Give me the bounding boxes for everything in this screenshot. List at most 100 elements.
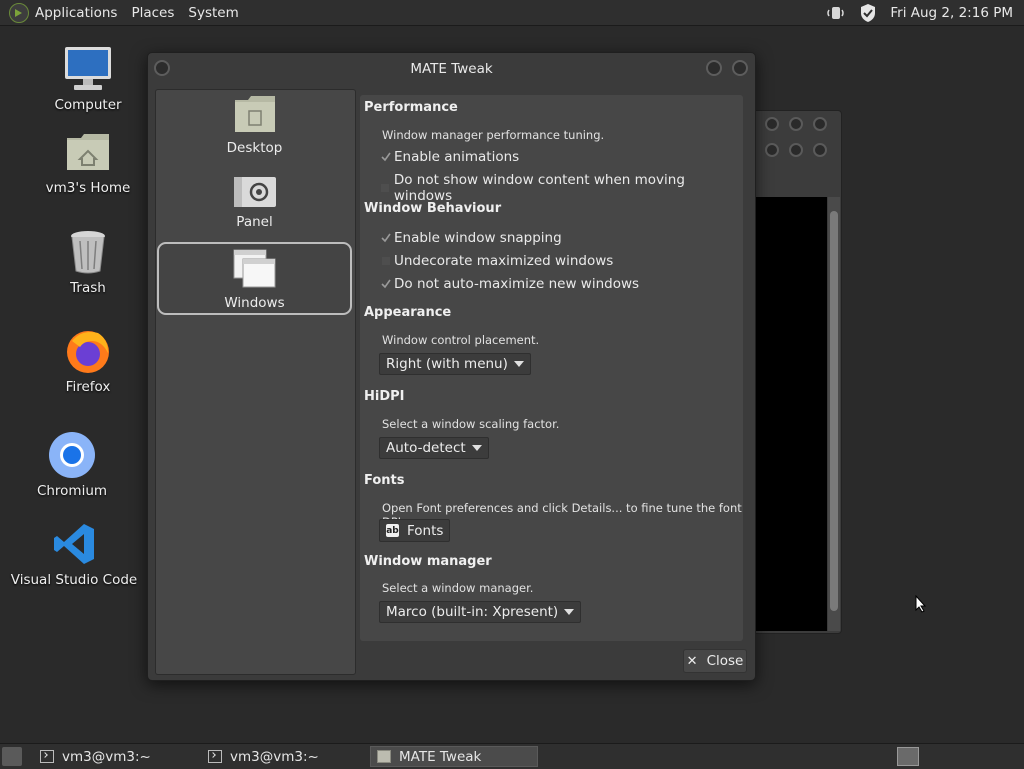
bottom-panel: vm3@vm3:~ vm3@vm3:~ MATE Tweak: [0, 743, 1024, 769]
checkbox-label: Enable window snapping: [394, 230, 562, 246]
font-icon: ab: [386, 524, 399, 537]
show-desktop-icon[interactable]: [2, 747, 22, 766]
section-title-behaviour: Window Behaviour: [364, 201, 502, 216]
sidebar-item-panel[interactable]: Panel: [157, 176, 352, 242]
fonts-button-label: Fonts: [407, 522, 444, 539]
checkmark-icon[interactable]: [380, 152, 391, 163]
workspace-switcher[interactable]: [897, 747, 919, 766]
select-value: Marco (built-in: Xpresent): [386, 604, 559, 620]
section-title-fonts: Fonts: [364, 473, 405, 488]
computer-icon: [64, 45, 112, 93]
close-button-label: Close: [706, 653, 744, 669]
home-folder-icon: [64, 128, 112, 176]
windows-icon: [233, 249, 277, 293]
window-title: MATE Tweak: [410, 61, 493, 77]
window-button-icon[interactable]: [813, 143, 827, 157]
taskbar-item-label: vm3@vm3:~: [230, 748, 319, 765]
mouse-cursor-icon: [915, 595, 927, 613]
close-button[interactable]: ✕ Close: [683, 649, 747, 673]
checkbox-label: Do not show window content when moving w…: [393, 172, 685, 204]
section-desc-performance: Window manager performance tuning.: [382, 128, 605, 142]
checkbox-label: Undecorate maximized windows: [394, 253, 614, 269]
section-title-hidpi: HiDPI: [364, 389, 405, 404]
top-panel: Applications Places System Fri Aug 2, 2:…: [0, 0, 1024, 26]
sidebar: Desktop Panel Windows: [155, 89, 356, 675]
select-value: Auto-detect: [386, 440, 466, 456]
section-title-appearance: Appearance: [364, 305, 452, 320]
mate-tweak-dialog: MATE Tweak Desktop Panel Windows Perform…: [147, 52, 756, 681]
firefox-icon: [64, 327, 112, 375]
window-manager-select[interactable]: Marco (built-in: Xpresent): [379, 601, 582, 623]
mate-tweak-icon: [377, 750, 391, 763]
taskbar-item-terminal-2[interactable]: vm3@vm3:~: [202, 746, 366, 767]
checkmark-icon[interactable]: [380, 279, 391, 290]
checkbox-unchecked-icon[interactable]: [380, 256, 391, 267]
section-title-wm: Window manager: [364, 554, 492, 569]
mate-logo-icon[interactable]: [9, 2, 29, 23]
checkbox-no-auto-maximize[interactable]: Do not auto-maximize new windows: [378, 276, 639, 292]
terminal-icon: [208, 750, 222, 763]
section-desc-hidpi: Select a window scaling factor.: [382, 417, 560, 431]
checkbox-label: Do not auto-maximize new windows: [394, 276, 640, 292]
dropdown-arrow-icon: [471, 445, 482, 451]
background-window[interactable]: [748, 110, 842, 634]
desktop-icon-vscode[interactable]: Visual Studio Code: [10, 520, 138, 588]
section-desc-wm: Select a window manager.: [382, 581, 534, 595]
scrollbar[interactable]: [828, 197, 840, 631]
window-button-icon[interactable]: [789, 143, 803, 157]
checkbox-unchecked-icon[interactable]: [380, 183, 391, 194]
checkbox-undecorate-maximized[interactable]: Undecorate maximized windows: [378, 253, 613, 269]
checkbox-enable-animations[interactable]: Enable animations: [378, 149, 519, 165]
settings-pane: Performance Window manager performance t…: [360, 95, 743, 641]
window-control-placement-select[interactable]: Right (with menu): [379, 353, 531, 375]
select-value: Right (with menu): [386, 356, 508, 372]
taskbar-item-label: MATE Tweak: [399, 748, 482, 765]
scaling-factor-select[interactable]: Auto-detect: [379, 437, 489, 459]
dropdown-arrow-icon: [564, 609, 575, 615]
sidebar-item-label: Windows: [224, 295, 285, 311]
places-menu[interactable]: Places: [131, 5, 174, 21]
volume-icon[interactable]: [826, 3, 846, 23]
desktop-icon-firefox[interactable]: Firefox: [28, 327, 148, 395]
shield-icon[interactable]: [858, 3, 878, 23]
scrollbar-thumb[interactable]: [830, 211, 838, 611]
desktop-icon-label: Trash: [70, 280, 106, 296]
chromium-icon: [48, 431, 96, 479]
desktop-icon-label: vm3's Home: [45, 180, 131, 196]
fonts-button[interactable]: ab Fonts: [379, 519, 451, 542]
dropdown-arrow-icon: [513, 361, 524, 367]
clock[interactable]: Fri Aug 2, 2:16 PM: [890, 5, 1013, 21]
terminal-icon: [40, 750, 54, 763]
checkbox-window-snapping[interactable]: Enable window snapping: [378, 230, 562, 246]
desktop-icon-computer[interactable]: Computer: [28, 45, 148, 113]
window-button-icon[interactable]: [765, 143, 779, 157]
desktop-icon-chromium[interactable]: Chromium: [12, 431, 132, 499]
titlebar[interactable]: MATE Tweak: [148, 53, 755, 86]
sidebar-item-desktop[interactable]: Desktop: [157, 94, 352, 166]
window-button-icon[interactable]: [765, 117, 779, 131]
desktop-folder-icon: [233, 94, 277, 138]
window-button-icon[interactable]: [813, 117, 827, 131]
close-window-icon[interactable]: [732, 60, 748, 76]
section-title-performance: Performance: [364, 100, 458, 115]
desktop-icon-home[interactable]: vm3's Home: [28, 128, 148, 196]
close-icon: ✕: [686, 653, 698, 669]
checkbox-no-window-content[interactable]: Do not show window content when moving w…: [378, 172, 743, 204]
minimize-icon[interactable]: [706, 60, 722, 76]
taskbar-item-mate-tweak[interactable]: MATE Tweak: [370, 746, 538, 767]
sidebar-item-windows[interactable]: Windows: [157, 242, 352, 315]
taskbar-item-label: vm3@vm3:~: [62, 748, 151, 765]
vscode-icon: [50, 520, 98, 568]
system-menu[interactable]: System: [188, 5, 238, 21]
trash-icon: [64, 228, 112, 276]
checkbox-label: Enable animations: [394, 149, 520, 165]
terminal-area[interactable]: [755, 197, 827, 631]
taskbar-item-terminal-1[interactable]: vm3@vm3:~: [34, 746, 198, 767]
sidebar-item-label: Panel: [236, 214, 273, 230]
applications-menu[interactable]: Applications: [35, 5, 117, 21]
desktop-icon-trash[interactable]: Trash: [28, 228, 148, 296]
sidebar-item-label: Desktop: [226, 140, 283, 156]
desktop-icon-label: Visual Studio Code: [10, 572, 138, 588]
checkmark-icon[interactable]: [380, 233, 391, 244]
window-button-icon[interactable]: [789, 117, 803, 131]
